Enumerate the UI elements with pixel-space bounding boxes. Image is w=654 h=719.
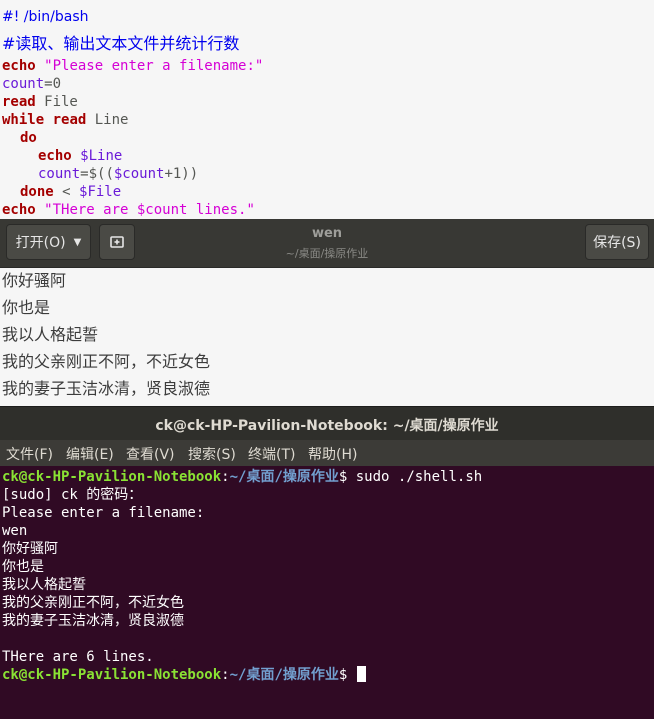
menu-terminal[interactable]: 终端(T) [248, 444, 295, 464]
menu-help[interactable]: 帮助(H) [308, 444, 357, 464]
gedit-header-bar: 打开(O) ▼ wen ~/桌面/操原作业 保存(S) [0, 219, 654, 268]
prompt-user: ck@ck-HP-Pavilion-Notebook [2, 667, 222, 683]
script-editor[interactable]: #! /bin/bash #读取、输出文本文件并统计行数 echo "Pleas… [0, 0, 654, 219]
code-text: +1)) [164, 166, 199, 182]
document-line: 我的父亲刚正不阿，不近女色 [2, 352, 211, 371]
command-text: sudo ./shell.sh [347, 469, 483, 485]
prompt-separator: : [221, 469, 230, 485]
document-text-area[interactable]: 你好骚阿 你也是 我以人格起誓 我的父亲刚正不阿，不近女色 我的妻子玉洁冰清，贤… [0, 268, 654, 406]
keyword: echo [38, 148, 72, 164]
window-title: wen [311, 226, 343, 241]
prompt-symbol: $ [338, 667, 348, 683]
terminal-title: ck@ck-HP-Pavilion-Notebook: ~/桌面/操原作业 [155, 418, 499, 434]
menu-view[interactable]: 查看(V) [126, 444, 175, 464]
keyword: echo [2, 58, 36, 74]
save-button[interactable]: 保存(S) [585, 224, 649, 260]
keyword: done [20, 184, 54, 200]
variable: count [2, 76, 45, 92]
prompt-path: ~/桌面/操原作业 [229, 667, 339, 683]
code-line: count=$(($count+1)) [38, 165, 198, 183]
code-comment: #读取、输出文本文件并统计行数 [2, 34, 240, 53]
prompt-line: ck@ck-HP-Pavilion-Notebook:~/桌面/操原作业$ su… [2, 468, 482, 486]
output-line: THere are 6 lines. [2, 649, 154, 665]
code-text: =0 [44, 76, 62, 92]
output-line: 我的妻子玉洁冰清，贤良淑德 [2, 613, 184, 629]
document-line: 我以人格起誓 [2, 325, 99, 344]
code-text: < [53, 184, 80, 200]
keyword: while [2, 112, 45, 128]
shebang: #! /bin/bash [2, 9, 89, 25]
variable: count [38, 166, 81, 182]
keyword: read [2, 94, 36, 110]
text-cursor [356, 666, 366, 682]
code-line: #读取、输出文本文件并统计行数 [2, 35, 239, 53]
window-subtitle: ~/桌面/操原作业 [285, 247, 369, 260]
keyword: read [52, 112, 87, 128]
prompt-line[interactable]: ck@ck-HP-Pavilion-Notebook:~/桌面/操原作业$ [2, 666, 366, 684]
code-line: count=0 [2, 75, 61, 93]
code-text: File [35, 94, 78, 110]
prompt-path: ~/桌面/操原作业 [229, 469, 339, 485]
output-line: [sudo] ck 的密码： [2, 487, 143, 503]
string-literal: "THere are $count lines." [44, 202, 255, 218]
output-line: wen [2, 523, 28, 539]
output-line: 我的父亲刚正不阿，不近女色 [2, 595, 184, 611]
output-line: 你也是 [2, 559, 44, 575]
code-line: echo "THere are $count lines." [2, 201, 255, 219]
menu-edit[interactable]: 编辑(E) [66, 444, 114, 464]
code-line: done < $File [20, 183, 121, 201]
code-line: echo "Please enter a filename:" [2, 57, 263, 75]
menu-search[interactable]: 搜索(S) [188, 444, 236, 464]
string-literal: "Please enter a filename:" [44, 58, 264, 74]
keyword: echo [2, 202, 36, 218]
variable: $count [113, 166, 165, 182]
code-text: =$(( [80, 166, 114, 182]
code-line: echo $Line [38, 147, 122, 165]
output-line: 我以人格起誓 [2, 577, 86, 593]
code-line: read File [2, 93, 78, 111]
keyword: do [20, 130, 37, 146]
prompt-user: ck@ck-HP-Pavilion-Notebook [2, 469, 222, 485]
document-line: 我的妻子玉洁冰清，贤良淑德 [2, 379, 211, 398]
code-text: Line [86, 112, 129, 128]
terminal-menu-bar: 文件(F) 编辑(E) 查看(V) 搜索(S) 终端(T) 帮助(H) [0, 440, 654, 466]
variable: $File [79, 184, 122, 200]
variable: $Line [80, 148, 123, 164]
terminal-title-bar[interactable]: ck@ck-HP-Pavilion-Notebook: ~/桌面/操原作业 [0, 406, 654, 440]
menu-file[interactable]: 文件(F) [6, 444, 53, 464]
output-line: 你好骚阿 [2, 541, 58, 557]
document-line: 你也是 [2, 298, 51, 317]
terminal-output[interactable]: ck@ck-HP-Pavilion-Notebook:~/桌面/操原作业$ su… [0, 466, 654, 719]
document-line: 你好骚阿 [2, 271, 67, 290]
code-line: while read Line [2, 111, 128, 129]
code-line: #! /bin/bash [2, 8, 89, 26]
prompt-separator: : [221, 667, 230, 683]
output-line: Please enter a filename: [2, 505, 205, 521]
code-line: do [20, 129, 37, 147]
